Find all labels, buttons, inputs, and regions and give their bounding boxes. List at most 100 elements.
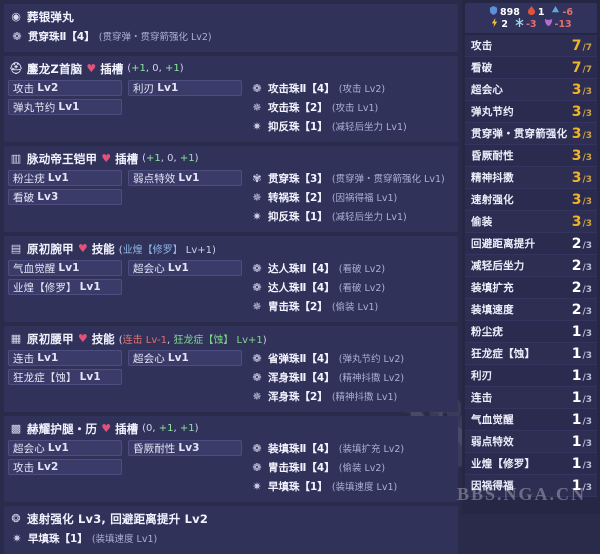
skill-summary-row[interactable]: 气血觉醒 1/3 bbox=[465, 409, 597, 431]
decoration-row[interactable]: ❁ 贯穿珠Ⅱ【4】 (贯穿弹・贯穿箭强化 Lv2) bbox=[10, 28, 454, 44]
armor-skill bbox=[128, 279, 242, 295]
skill-level-current: 3 bbox=[571, 125, 582, 142]
legs-icon: ▩ bbox=[10, 422, 22, 435]
skill-level: 3/3 bbox=[572, 215, 592, 229]
deco-lv4-icon: ❁ bbox=[252, 441, 262, 455]
armor-skill-name: 昏厥耐性 bbox=[133, 442, 176, 455]
slot-values: (+1, 0, +1) bbox=[142, 153, 199, 164]
skill-level-current: 3 bbox=[571, 169, 582, 186]
helmet-icon: ⛑ bbox=[9, 62, 23, 75]
decoration-row[interactable]: ❁ 达人珠Ⅱ【4】 (看破 Lv2) bbox=[250, 279, 454, 295]
armor-card[interactable]: ▦ 原初腰甲 ♥ 技能 (连击 Lv-1, 狂龙症【蚀】 Lv+1) 连击 Lv1 超会心 … bbox=[4, 326, 458, 412]
armor-card[interactable]: ▥ 脉动帝王铠甲 ♥ 插槽 (+1, 0, +1) 粉尘疣 Lv1 弱点特效 Lv1 看破 L… bbox=[4, 146, 458, 232]
decoration-row[interactable]: ✵ 转祸珠【2】 (因祸得福 Lv1) bbox=[250, 189, 454, 205]
piece-name: 葬银弹丸 bbox=[27, 9, 74, 24]
skill-level-current: 7 bbox=[571, 37, 582, 54]
skill-summary-row[interactable]: 昏厥耐性 3/3 bbox=[465, 145, 597, 167]
skill-summary-row[interactable]: 弹丸节约 3/3 bbox=[465, 101, 597, 123]
decoration-row[interactable]: ✷ 早填珠【1】 (装填速度 Lv1) bbox=[10, 530, 454, 546]
decoration-column: ❁ 攻击珠Ⅱ【4】 (攻击 Lv2) ✵ 攻击珠【2】 (攻击 Lv1) ✷ 抑反珠【1】 (减… bbox=[248, 80, 454, 137]
skill-summary-row[interactable]: 精神抖擞 3/3 bbox=[465, 167, 597, 189]
slot-value: +1 bbox=[164, 63, 180, 74]
skill-summary-row[interactable]: 回避距离提升 2/3 bbox=[465, 233, 597, 255]
skill-summary-row[interactable]: 弱点特效 1/3 bbox=[465, 431, 597, 453]
skill-level: 1/3 bbox=[572, 347, 592, 361]
decoration-row[interactable]: ❁ 浑身珠Ⅱ【4】 (精神抖擞 Lv2) bbox=[250, 369, 454, 385]
decoration-effect: (精神抖擞 Lv2) bbox=[338, 373, 405, 384]
armor-skill-level: Lv1 bbox=[37, 352, 59, 364]
decoration-row[interactable]: ❁ 省弹珠Ⅱ【4】 (弹丸节约 Lv2) bbox=[250, 350, 454, 366]
skill-summary-row[interactable]: 因祸得福 1/3 bbox=[465, 475, 597, 497]
deco-lv1-icon: ✷ bbox=[12, 531, 22, 545]
resistance-dragon: -13 bbox=[544, 18, 572, 30]
skill-summary-row[interactable]: 攻击 7/7 bbox=[465, 35, 597, 57]
ice-icon bbox=[515, 18, 524, 30]
decoration-row[interactable]: ❁ 冑击珠Ⅱ【4】 (偷装 Lv2) bbox=[250, 459, 454, 475]
decoration-row[interactable]: ❁ 装填珠Ⅱ【4】 (装填扩充 Lv2) bbox=[250, 440, 454, 456]
armor-skill: 业煌【修罗】 Lv1 bbox=[8, 279, 122, 295]
skill-summary-row[interactable]: 利刃 1/3 bbox=[465, 365, 597, 387]
decoration-row[interactable]: ✵ 冑击珠【2】 (偷装 Lv1) bbox=[250, 298, 454, 314]
card-body: 粉尘疣 Lv1 弱点特效 Lv1 看破 Lv3 ✾ 贯穿珠【3】 (贯穿弹・贯穿箭强化 L… bbox=[8, 170, 454, 227]
decoration-row[interactable]: ✵ 攻击珠【2】 (攻击 Lv1) bbox=[250, 99, 454, 115]
skill-name: 狂龙症【蚀】 bbox=[471, 348, 536, 360]
decoration-name: 贯穿珠【3】 bbox=[268, 172, 328, 185]
slot-values: (+1, 0, +1) bbox=[127, 63, 184, 74]
decoration-name: 攻击珠【2】 bbox=[268, 101, 328, 114]
piece-name: 原初腕甲 bbox=[27, 241, 74, 256]
skill-summary-row[interactable]: 狂龙症【蚀】 1/3 bbox=[465, 343, 597, 365]
armor-skill: 连击 Lv1 bbox=[8, 350, 122, 366]
skill-name: 看破 bbox=[471, 62, 493, 74]
skill-summary-row[interactable]: 看破 7/7 bbox=[465, 57, 597, 79]
decoration-effect: (弹丸节约 Lv2) bbox=[338, 354, 405, 365]
armor-card[interactable]: ▤ 原初腕甲 ♥ 技能 (业煌【修罗】 Lv+1) 气血觉醒 Lv1 超会心 Lv1 业煌【修… bbox=[4, 236, 458, 322]
armor-skill: 昏厥耐性 Lv3 bbox=[128, 440, 242, 456]
card-header: ❂ 速射强化 Lv3, 回避距离提升 Lv2 bbox=[9, 510, 454, 527]
skill-level-max: /3 bbox=[582, 284, 592, 295]
decoration-row[interactable]: ❁ 达人珠Ⅱ【4】 (看破 Lv2) bbox=[250, 260, 454, 276]
decoration-row[interactable]: ✵ 浑身珠【2】 (精神抖擞 Lv1) bbox=[250, 388, 454, 404]
chest-icon: ▥ bbox=[10, 152, 22, 165]
skill-level: 2/3 bbox=[572, 303, 592, 317]
skill-level: 3/3 bbox=[572, 171, 592, 185]
charm-card[interactable]: ❂ 速射强化 Lv3, 回避距离提升 Lv2 ✷ 早填珠【1】 (装填速度 Lv1) bbox=[4, 506, 458, 554]
skill-summary-row[interactable]: 减轻后坐力 2/3 bbox=[465, 255, 597, 277]
skill-name: 业煌【修罗】 bbox=[471, 458, 536, 470]
skill-summary-row[interactable]: 超会心 3/3 bbox=[465, 79, 597, 101]
resistance-value: -13 bbox=[554, 18, 572, 30]
skill-name: 超会心 bbox=[471, 84, 504, 96]
skill-summary-row[interactable]: 装填扩充 2/3 bbox=[465, 277, 597, 299]
decoration-name: 装填珠Ⅱ【4】 bbox=[268, 442, 335, 455]
skill-summary-row[interactable]: 速射强化 3/3 bbox=[465, 189, 597, 211]
decoration-effect: (精神抖擞 Lv1) bbox=[331, 392, 398, 403]
armor-skill bbox=[128, 99, 242, 115]
skill-summary-row[interactable]: 业煌【修罗】 1/3 bbox=[465, 453, 597, 475]
decoration-row[interactable]: ❁ 攻击珠Ⅱ【4】 (攻击 Lv2) bbox=[250, 80, 454, 96]
deco-lv4-icon: ❁ bbox=[12, 29, 22, 43]
armor-skill: 攻击 Lv2 bbox=[8, 80, 122, 96]
armor-card[interactable]: ▩ 赫耀护腿・历 ♥ 插槽 (0, +1, +1) 超会心 Lv1 昏厥耐性 Lv3 攻击 L… bbox=[4, 416, 458, 502]
weapon-card[interactable]: ◉ 葬银弹丸 ❁ 贯穿珠Ⅱ【4】 (贯穿弹・贯穿箭强化 Lv2) bbox=[4, 4, 458, 52]
armor-skill: 看破 Lv3 bbox=[8, 189, 122, 205]
skill-level-current: 3 bbox=[571, 213, 582, 230]
decoration-row[interactable]: ✷ 抑反珠【1】 (减轻后坐力 Lv1) bbox=[250, 118, 454, 134]
decoration-row[interactable]: ✾ 贯穿珠【3】 (贯穿弹・贯穿箭强化 Lv1) bbox=[250, 170, 454, 186]
skill-level-current: 7 bbox=[571, 59, 582, 76]
slot-diamond-icon: ♥ bbox=[77, 332, 88, 345]
armor-skill-name: 粉尘疣 bbox=[13, 172, 45, 185]
slot-value: +1 bbox=[145, 153, 161, 164]
skill-summary-row[interactable]: 连击 1/3 bbox=[465, 387, 597, 409]
decoration-row[interactable]: ✷ 抑反珠【1】 (减轻后坐力 Lv1) bbox=[250, 208, 454, 224]
skill-level-max: /3 bbox=[582, 130, 592, 141]
card-header: ▥ 脉动帝王铠甲 ♥ 插槽 (+1, 0, +1) bbox=[9, 150, 454, 167]
skill-summary-row[interactable]: 装填速度 2/3 bbox=[465, 299, 597, 321]
armor-skill-column: 攻击 Lv2 利刃 Lv1 弹丸节约 Lv1 bbox=[8, 80, 248, 137]
water-icon bbox=[551, 6, 560, 18]
armor-card[interactable]: ⛑ 鏖龙Z首脑 ♥ 插槽 (+1, 0, +1) 攻击 Lv2 利刃 Lv1 弹丸节约 Lv1… bbox=[4, 56, 458, 142]
skill-summary-row[interactable]: 粉尘疣 1/3 bbox=[465, 321, 597, 343]
skill-summary-row[interactable]: 偷装 3/3 bbox=[465, 211, 597, 233]
skill-level-current: 1 bbox=[571, 389, 582, 406]
skill-summary-row[interactable]: 贯穿弹・贯穿箭强化 3/3 bbox=[465, 123, 597, 145]
decoration-row[interactable]: ✷ 早填珠【1】 (装填速度 Lv1) bbox=[250, 478, 454, 494]
armor-skill-level: Lv1 bbox=[79, 281, 101, 293]
